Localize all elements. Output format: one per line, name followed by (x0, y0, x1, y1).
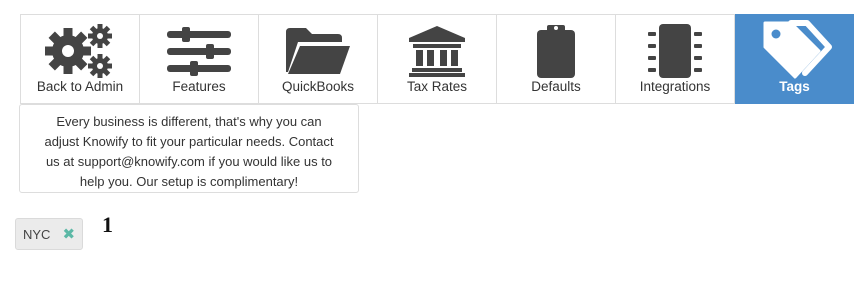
info-line: Every business is different, that's why … (56, 114, 322, 129)
clipboard-icon (497, 21, 615, 81)
defaults-button[interactable]: Defaults (497, 15, 616, 103)
tags-icon (735, 20, 854, 80)
quickbooks-label: QuickBooks (281, 79, 355, 94)
features-button[interactable]: Features (140, 15, 259, 103)
chip-icon (616, 21, 734, 81)
tax-rates-label: Tax Rates (406, 79, 468, 94)
features-label: Features (172, 79, 226, 94)
info-line: help you. Our setup is complimentary! (79, 174, 299, 189)
setup-info-box: Every business is different, that's why … (19, 104, 359, 193)
tag-label: NYC (23, 226, 51, 242)
info-line: adjust Knowify to fit your particular ne… (44, 134, 334, 149)
tags-label: Tags (779, 79, 810, 94)
info-line: us at support@knowify.com if you would l… (45, 154, 333, 169)
folder-icon (259, 21, 377, 81)
tag-count: 1 (102, 212, 113, 237)
sliders-icon (140, 21, 258, 81)
settings-toolbar: Back to Admin Features QuickBooks Tax Ra… (20, 14, 854, 104)
tags-settings-page: Back to Admin Features QuickBooks Tax Ra… (0, 0, 864, 288)
integrations-label: Integrations (639, 79, 711, 94)
bank-icon (378, 21, 496, 81)
back-to-admin-label: Back to Admin (36, 79, 124, 94)
tag-chip: NYC ✖ (15, 218, 83, 250)
quickbooks-button[interactable]: QuickBooks (259, 15, 378, 103)
tax-rates-button[interactable]: Tax Rates (378, 15, 497, 103)
back-to-admin-button[interactable]: Back to Admin (21, 15, 140, 103)
integrations-button[interactable]: Integrations (616, 15, 735, 103)
remove-tag-icon[interactable]: ✖ (62, 227, 75, 242)
defaults-label: Defaults (531, 79, 581, 94)
tags-button[interactable]: Tags (735, 14, 854, 104)
gears-icon (21, 21, 139, 81)
